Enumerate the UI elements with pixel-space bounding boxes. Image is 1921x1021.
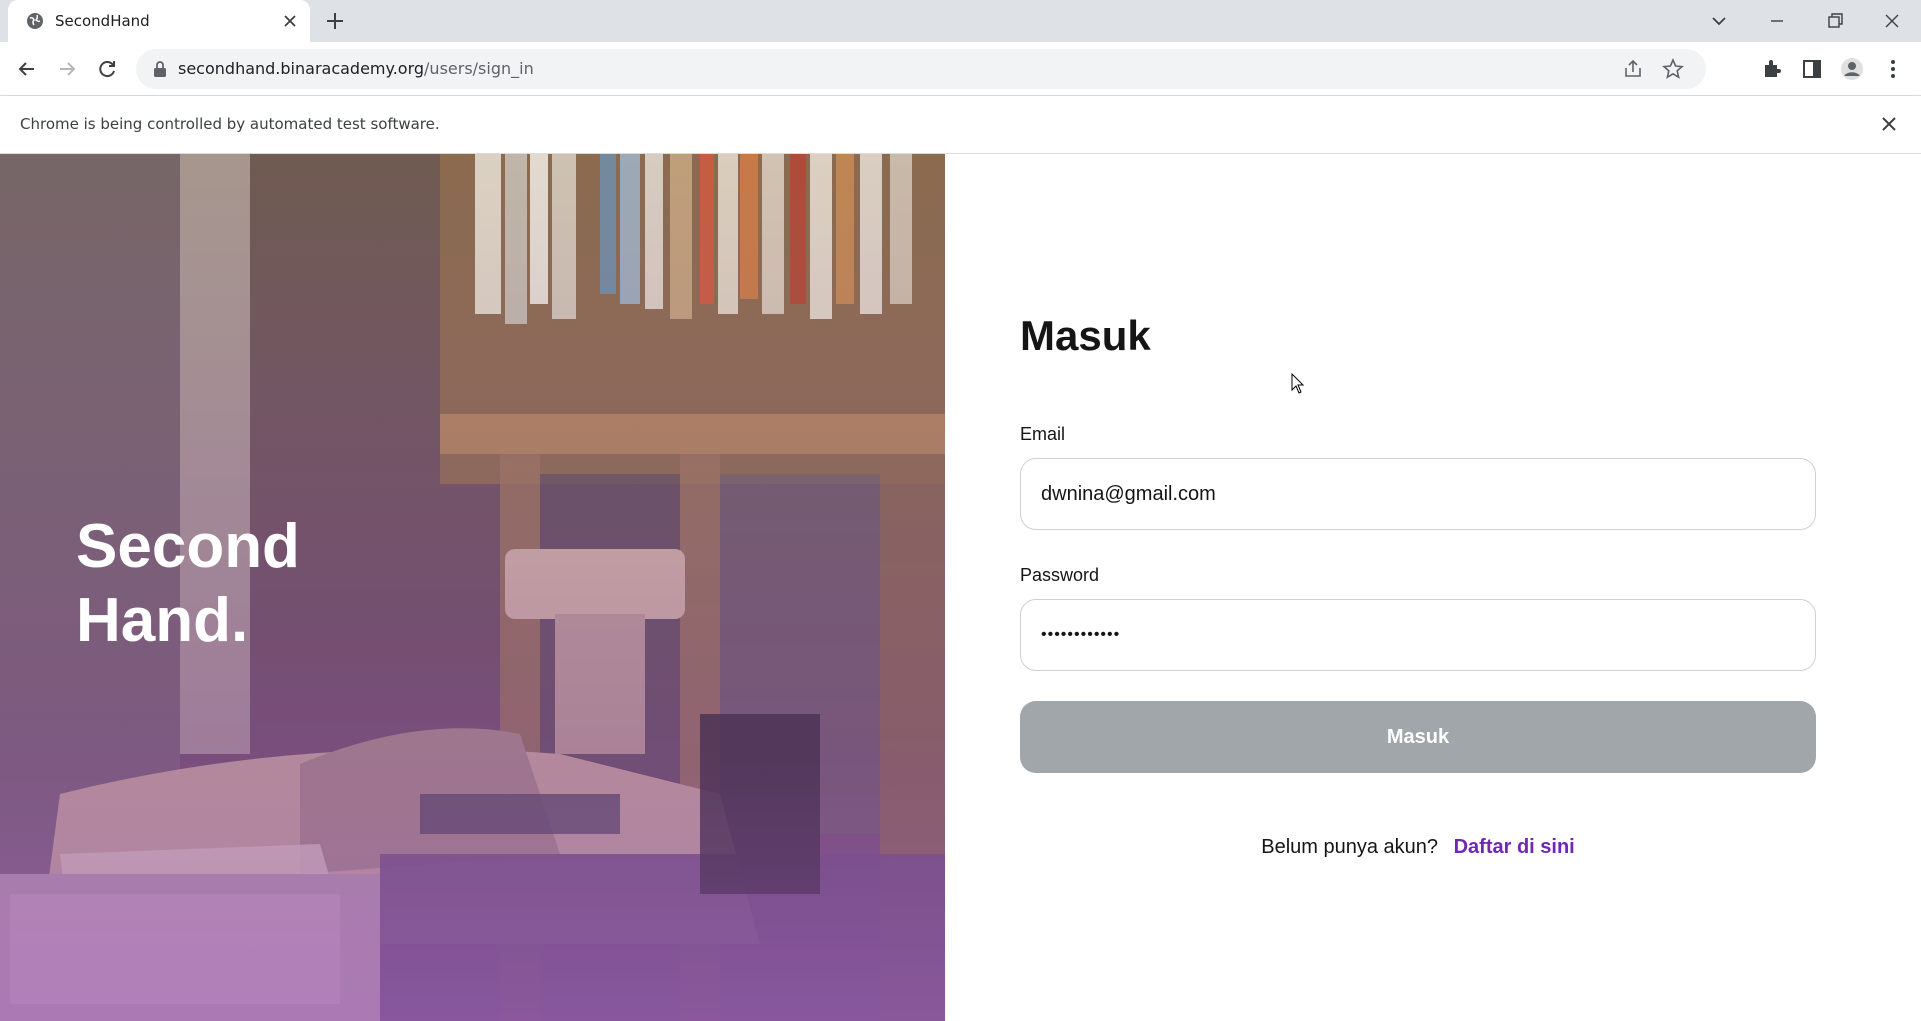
email-label: Email: [1020, 424, 1066, 444]
tab-title: SecondHand: [55, 12, 150, 30]
browser-titlebar: SecondHand: [0, 0, 1921, 42]
menu-kebab-icon[interactable]: [1880, 56, 1906, 82]
url-text[interactable]: secondhand.binaracademy.org/users/sign_i…: [178, 59, 534, 78]
page-content: Second Hand. Masuk Email dwnina@gmail.co…: [0, 154, 1921, 1021]
reload-icon[interactable]: [94, 56, 120, 82]
browser-tab[interactable]: SecondHand: [8, 0, 310, 42]
url-host: secondhand.binaracademy.org: [178, 59, 425, 78]
tab-search-icon[interactable]: [1704, 6, 1734, 36]
email-value: dwnina@gmail.com: [1041, 482, 1216, 505]
email-field[interactable]: dwnina@gmail.com: [1020, 458, 1816, 530]
bookmark-star-icon[interactable]: [1662, 58, 1684, 80]
lock-icon[interactable]: [152, 60, 168, 78]
new-tab-icon[interactable]: [324, 10, 346, 32]
register-link[interactable]: Daftar di sini: [1454, 836, 1575, 858]
forward-icon[interactable]: [54, 56, 80, 82]
restore-icon[interactable]: [1820, 6, 1850, 36]
password-label: Password: [1020, 565, 1100, 585]
password-field[interactable]: ••••••••••••: [1020, 599, 1816, 671]
profile-avatar-icon[interactable]: [1839, 56, 1865, 82]
login-form: Masuk Email dwnina@gmail.com Password ••…: [1020, 154, 1816, 1021]
globe-icon: [27, 13, 43, 29]
hero-image: Second Hand.: [0, 154, 945, 1021]
url-path: /users/sign_in: [424, 59, 534, 78]
tab-close-icon[interactable]: [280, 11, 300, 31]
window-close-icon[interactable]: [1877, 6, 1907, 36]
infobar-close-icon[interactable]: [1878, 113, 1900, 135]
register-prompt-line: Belum punya akun? Daftar di sini: [1020, 836, 1816, 859]
infobar-text: Chrome is being controlled by automated …: [20, 115, 440, 133]
minimize-icon[interactable]: [1762, 6, 1792, 36]
hero-brand-title: Second Hand.: [76, 512, 300, 655]
share-icon[interactable]: [1622, 58, 1644, 80]
register-prompt: Belum punya akun?: [1261, 836, 1439, 858]
extensions-icon[interactable]: [1759, 56, 1785, 82]
automation-infobar: Chrome is being controlled by automated …: [0, 96, 1921, 154]
browser-toolbar: secondhand.binaracademy.org/users/sign_i…: [0, 42, 1921, 96]
form-title: Masuk: [1020, 312, 1151, 359]
login-submit-button[interactable]: Masuk: [1020, 701, 1816, 773]
address-bar[interactable]: secondhand.binaracademy.org/users/sign_i…: [136, 49, 1706, 89]
side-panel-icon[interactable]: [1799, 56, 1825, 82]
password-value: ••••••••••••: [1041, 626, 1121, 643]
back-icon[interactable]: [14, 56, 40, 82]
mouse-cursor-icon: [1291, 373, 1305, 394]
